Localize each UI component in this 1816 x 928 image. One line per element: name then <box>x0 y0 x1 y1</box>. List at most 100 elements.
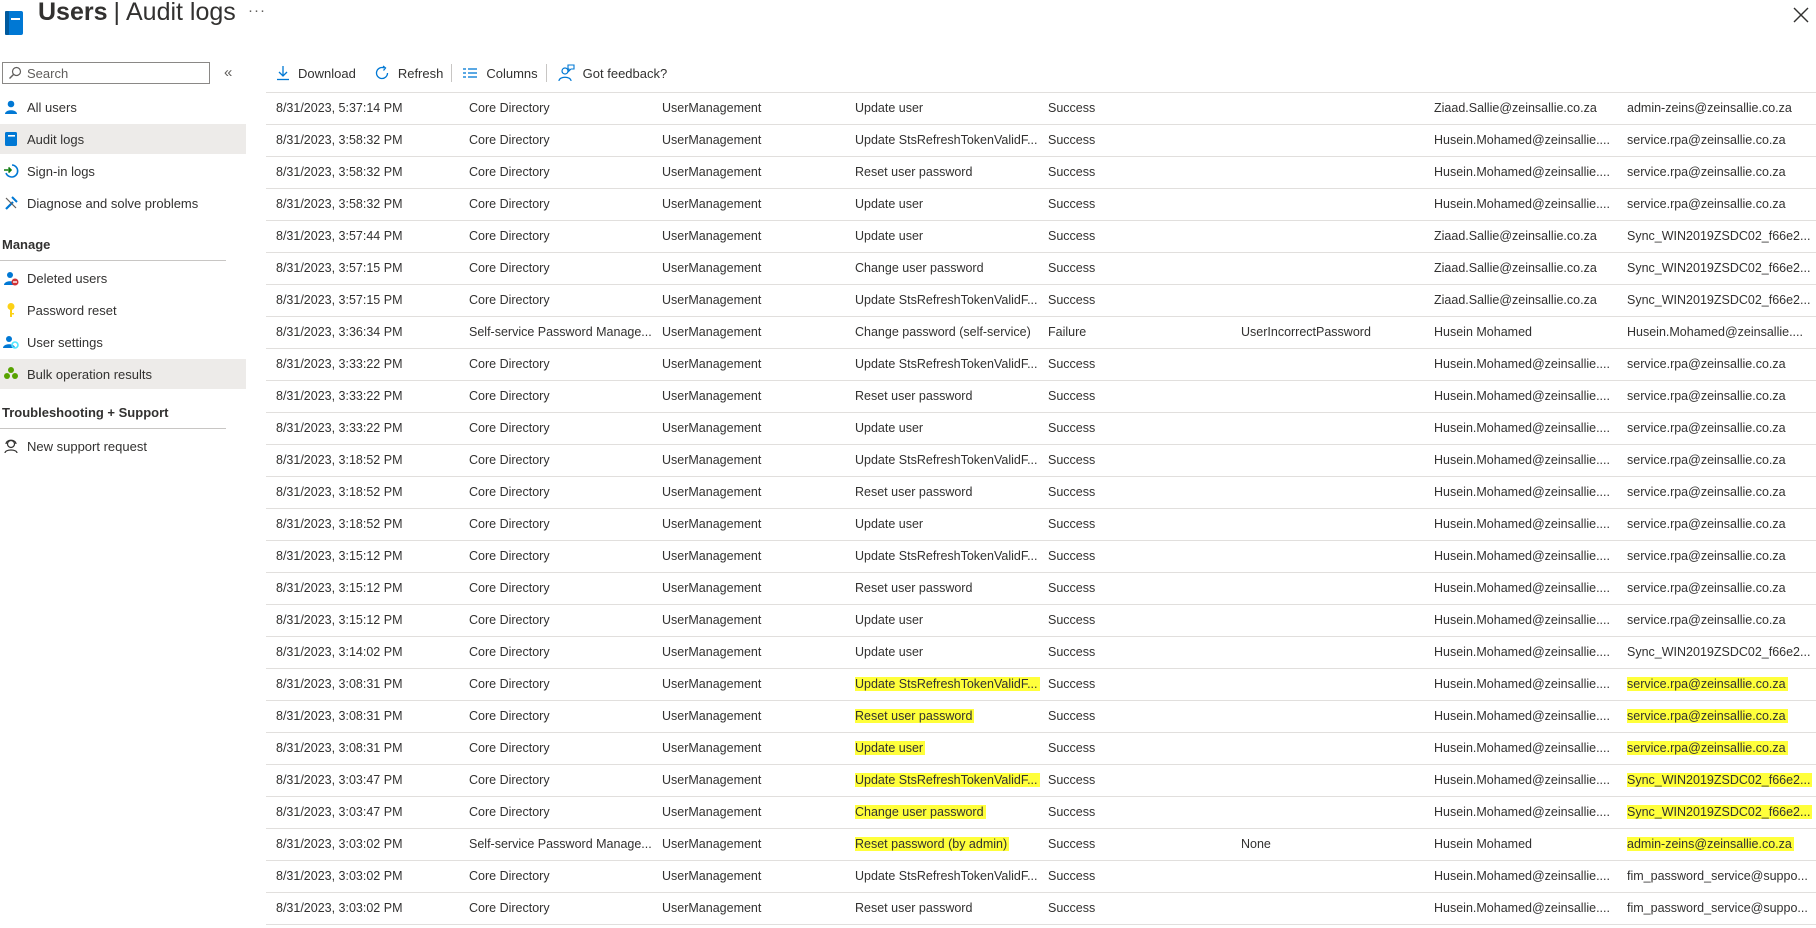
table-row[interactable]: 8/31/2023, 3:08:31 PM Core Directory UserM… <box>266 701 1816 733</box>
sidebar-item-password-reset[interactable]: Password reset <box>0 295 246 325</box>
activity-cell: Update StsRefreshTokenValidF... <box>855 869 1043 883</box>
table-row[interactable]: 8/31/2023, 3:18:52 PM Core Directory UserM… <box>266 445 1816 477</box>
close-icon[interactable] <box>1792 6 1810 24</box>
sidebar-item-audit-logs[interactable]: Audit logs <box>0 124 246 154</box>
table-row[interactable]: 8/31/2023, 3:03:02 PM Self-service Passwo… <box>266 829 1816 861</box>
status-cell: Success <box>1048 133 1198 147</box>
service-cell-text: Core Directory <box>469 133 550 147</box>
table-row[interactable]: 8/31/2023, 3:33:22 PM Core Directory UserM… <box>266 349 1816 381</box>
download-button[interactable]: Download <box>266 59 364 87</box>
activity-cell-text: Reset user password <box>855 709 975 723</box>
table-row[interactable]: 8/31/2023, 3:58:32 PM Core Directory UserM… <box>266 189 1816 221</box>
table-row[interactable]: 8/31/2023, 3:03:47 PM Core Directory UserM… <box>266 797 1816 829</box>
status-cell-text: Success <box>1048 389 1096 403</box>
date-cell: 8/31/2023, 3:03:02 PM <box>276 901 456 915</box>
table-row[interactable]: 8/31/2023, 3:03:02 PM Core Directory UserM… <box>266 893 1816 925</box>
sidebar-item-bulk-operation-results[interactable]: Bulk operation results <box>0 359 246 389</box>
table-row[interactable]: 8/31/2023, 3:08:31 PM Core Directory UserM… <box>266 733 1816 765</box>
key-icon <box>7 303 15 317</box>
category-cell: UserManagement <box>662 517 850 531</box>
target-cell: Husein.Mohamed@zeinsallie.... <box>1434 421 1618 435</box>
initiated-by-cell-text: service.rpa@zeinsallie.co.za <box>1627 613 1786 627</box>
initiated-by-cell: service.rpa@zeinsallie.co.za <box>1627 485 1816 499</box>
target-cell-text: Husein Mohamed <box>1434 837 1532 851</box>
category-cell-text: UserManagement <box>662 453 762 467</box>
initiated-by-cell: Sync_WIN2019ZSDC02_f66e2... <box>1627 293 1816 307</box>
page-title-main: Users <box>38 0 108 26</box>
activity-cell-text: Change password (self-service) <box>855 325 1031 339</box>
table-row[interactable]: 8/31/2023, 3:15:12 PM Core Directory UserM… <box>266 541 1816 573</box>
sidebar-item-diagnose[interactable]: Diagnose and solve problems <box>0 188 246 218</box>
refresh-button[interactable]: Refresh <box>364 59 452 87</box>
status-cell: Success <box>1048 197 1198 211</box>
initiated-by-cell-text: service.rpa@zeinsallie.co.za <box>1627 389 1786 403</box>
search-input[interactable] <box>27 64 205 82</box>
table-row[interactable]: 8/31/2023, 3:57:44 PM Core Directory UserM… <box>266 221 1816 253</box>
initiated-by-cell: service.rpa@zeinsallie.co.za <box>1627 613 1816 627</box>
service-cell-text: Core Directory <box>469 901 550 915</box>
status-cell: Success <box>1048 677 1198 691</box>
table-row[interactable]: 8/31/2023, 3:14:02 PM Core Directory UserM… <box>266 637 1816 669</box>
table-row[interactable]: 8/31/2023, 3:03:47 PM Core Directory UserM… <box>266 765 1816 797</box>
table-row[interactable]: 8/31/2023, 3:15:12 PM Core Directory UserM… <box>266 573 1816 605</box>
title-separator: | <box>113 0 121 26</box>
activity-cell: Update StsRefreshTokenValidF... <box>855 453 1043 467</box>
initiated-by-cell-text: admin-zeins@zeinsallie.co.za <box>1627 101 1792 115</box>
table-row[interactable]: 8/31/2023, 3:58:32 PM Core Directory UserM… <box>266 125 1816 157</box>
category-cell-text: UserManagement <box>662 901 762 915</box>
initiated-by-cell-text: Sync_WIN2019ZSDC02_f66e2... <box>1627 645 1811 659</box>
table-row[interactable]: 8/31/2023, 3:15:12 PM Core Directory UserM… <box>266 605 1816 637</box>
columns-label: Columns <box>486 65 538 81</box>
category-cell-text: UserManagement <box>662 261 762 275</box>
table-row[interactable]: 8/31/2023, 3:33:22 PM Core Directory UserM… <box>266 413 1816 445</box>
table-row[interactable]: 8/31/2023, 3:36:34 PM Self-service Passwo… <box>266 317 1816 349</box>
service-cell: Core Directory <box>469 229 657 243</box>
table-row[interactable]: 8/31/2023, 3:03:02 PM Core Directory UserM… <box>266 861 1816 893</box>
status-cell-text: Success <box>1048 549 1096 563</box>
category-cell: UserManagement <box>662 293 850 307</box>
target-cell-text: Husein Mohamed <box>1434 325 1532 339</box>
initiated-by-cell: fim_password_service@suppo... <box>1627 869 1816 883</box>
category-cell: UserManagement <box>662 389 850 403</box>
feedback-button[interactable]: Got feedback? <box>547 59 676 87</box>
activity-cell-text: Reset user password <box>855 165 973 179</box>
date-cell-text: 8/31/2023, 3:03:02 PM <box>276 869 403 883</box>
target-cell: Husein.Mohamed@zeinsallie.... <box>1434 453 1618 467</box>
sidebar-item-user-settings[interactable]: User settings <box>0 327 246 357</box>
status-cell-text: Success <box>1048 837 1096 851</box>
status-cell-text: Success <box>1048 805 1096 819</box>
service-cell-text: Core Directory <box>469 293 550 307</box>
table-row[interactable]: 8/31/2023, 3:57:15 PM Core Directory UserM… <box>266 285 1816 317</box>
collapse-sidebar-button[interactable]: « <box>224 64 232 81</box>
table-row[interactable]: 8/31/2023, 3:33:22 PM Core Directory UserM… <box>266 381 1816 413</box>
service-cell-text: Self-service Password Manage... <box>469 325 652 339</box>
initiated-by-cell: Sync_WIN2019ZSDC02_f66e2... <box>1627 645 1816 659</box>
table-row[interactable]: 8/31/2023, 3:08:31 PM Core Directory UserM… <box>266 669 1816 701</box>
date-cell: 8/31/2023, 3:58:32 PM <box>276 197 456 211</box>
initiated-by-cell: Sync_WIN2019ZSDC02_f66e2... <box>1627 773 1816 787</box>
category-cell: UserManagement <box>662 901 850 915</box>
sidebar-item-sign-in-logs[interactable]: Sign-in logs <box>0 156 246 186</box>
sidebar-item-deleted-users[interactable]: Deleted users <box>0 263 246 293</box>
activity-cell-text: Update user <box>855 101 924 115</box>
manage-section-title: Manage <box>2 237 51 252</box>
table-row[interactable]: 8/31/2023, 3:18:52 PM Core Directory UserM… <box>266 509 1816 541</box>
target-cell: Husein Mohamed <box>1434 325 1618 339</box>
status-cell: Success <box>1048 901 1198 915</box>
audit-log-book-icon <box>5 11 23 35</box>
service-cell-text: Core Directory <box>469 677 550 691</box>
search-box[interactable] <box>2 62 210 84</box>
initiated-by-cell: Sync_WIN2019ZSDC02_f66e2... <box>1627 261 1816 275</box>
sidebar-item-new-support-request[interactable]: New support request <box>0 431 246 461</box>
columns-button[interactable]: Columns <box>452 59 545 87</box>
table-row[interactable]: 8/31/2023, 5:37:14 PM Core Directory UserM… <box>266 93 1816 125</box>
status-cell: Success <box>1048 293 1198 307</box>
table-row[interactable]: 8/31/2023, 3:57:15 PM Core Directory UserM… <box>266 253 1816 285</box>
service-cell-text: Core Directory <box>469 197 550 211</box>
sidebar-item-all-users[interactable]: All users <box>0 92 246 122</box>
table-row[interactable]: 8/31/2023, 3:58:32 PM Core Directory UserM… <box>266 157 1816 189</box>
service-cell-text: Core Directory <box>469 517 550 531</box>
table-row[interactable]: 8/31/2023, 3:18:52 PM Core Directory UserM… <box>266 477 1816 509</box>
more-options-button[interactable]: ··· <box>248 2 266 19</box>
service-cell: Core Directory <box>469 293 657 307</box>
